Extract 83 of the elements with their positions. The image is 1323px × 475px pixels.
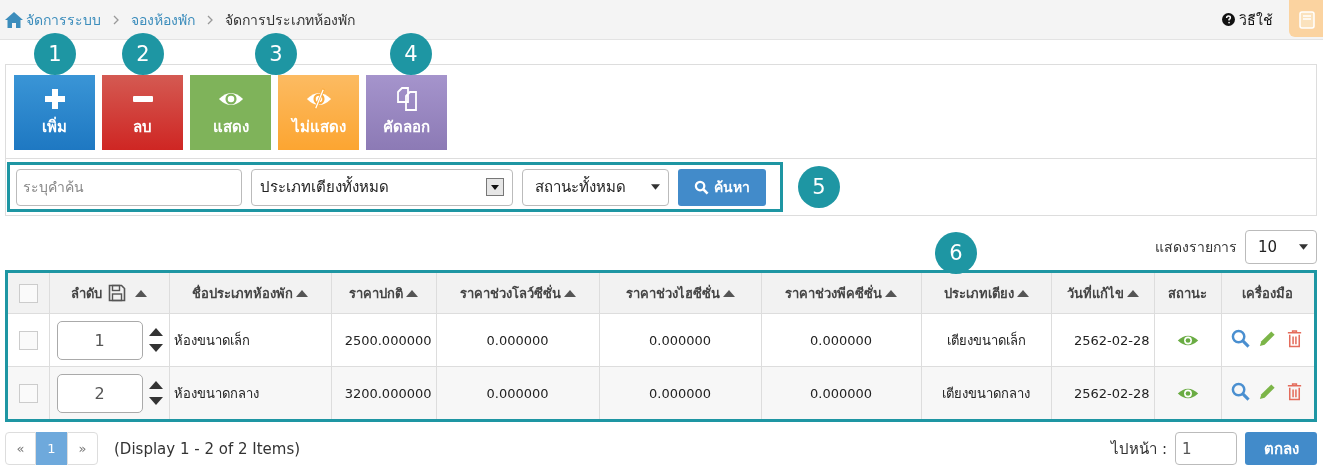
column-label: ราคาช่วงไฮซีซั่น [625, 283, 720, 303]
column-header[interactable]: ราคาช่วงไฮซีซั่น [599, 273, 761, 314]
table-cell: เตียงขนาดกลาง [942, 385, 1030, 401]
row-checkbox[interactable] [18, 383, 38, 403]
down-arrow-icon[interactable] [148, 397, 163, 405]
sort-icon[interactable] [563, 289, 576, 297]
help-link[interactable]: วิธีใช้ [1222, 8, 1273, 31]
select-all-checkbox[interactable] [18, 283, 38, 303]
table-cell: 2500.000000 [344, 332, 432, 348]
pagination-summary: (Display 1 - 2 of 2 Items) [114, 439, 301, 458]
search-icon[interactable] [694, 179, 709, 195]
search-icon[interactable] [1231, 382, 1251, 401]
sort-icon[interactable] [406, 289, 418, 297]
table-cell: 0.000000 [649, 385, 711, 401]
table-cell: 2562-02-28 [1073, 385, 1150, 401]
dropdown-icon[interactable] [486, 178, 504, 196]
caret-icon[interactable] [1299, 244, 1308, 250]
column-label: ชื่อประเภทห้องพัก [192, 283, 293, 303]
sort-icon[interactable] [1126, 289, 1139, 297]
home-icon[interactable] [4, 10, 24, 29]
sort-icon[interactable] [135, 289, 147, 297]
go-to-page-label: ไปหน้า : [1111, 438, 1167, 460]
go-button[interactable]: ตกลง [1245, 432, 1317, 465]
order-field[interactable]: 2 [56, 373, 143, 413]
down-arrow-icon[interactable] [148, 344, 163, 352]
column-label: ราคาปกติ [349, 284, 403, 303]
bed-type-select[interactable]: ประเภทเตียงทั้งหมด [251, 168, 513, 206]
step-number-badge: 6 [935, 232, 977, 274]
column-label: ราคาช่วงโลว์ซีซั่น [459, 283, 561, 303]
column-header[interactable]: ชื่อประเภทห้องพัก [169, 273, 331, 314]
search-icon[interactable] [1231, 329, 1251, 348]
step-number-badge: 1 [34, 33, 76, 75]
table-cell: 0.000000 [649, 332, 711, 348]
step-number-badge: 3 [255, 33, 297, 75]
column-label: ราคาช่วงพีคซีซั่น [785, 283, 882, 303]
toolbar-button[interactable]: เพิ่ม [14, 75, 95, 150]
step-number-badge: 2 [122, 33, 164, 75]
step-number-badge: 5 [798, 166, 840, 208]
column-header[interactable]: ราคาช่วงโลว์ซีซั่น [436, 273, 599, 314]
column-header[interactable]: ราคาปกติ [331, 273, 436, 314]
column-header[interactable]: ประเภทเตียง [921, 273, 1051, 314]
help-icon[interactable] [1222, 13, 1235, 26]
column-label: ลำดับ [71, 284, 102, 303]
column-header[interactable]: ลำดับ [49, 273, 169, 314]
search-button[interactable]: ค้นหา [678, 168, 766, 206]
order-field[interactable]: 1 [56, 320, 143, 360]
status-select[interactable]: สถานะทั้งหมด [522, 168, 669, 206]
column-label: ประเภทเตียง [943, 284, 1014, 303]
page-size-label: แสดงรายการ [1155, 238, 1237, 257]
up-arrow-icon[interactable] [148, 381, 163, 389]
eye-icon[interactable] [1176, 333, 1199, 348]
sort-icon[interactable] [296, 289, 308, 297]
step-number-badge: 4 [390, 33, 432, 75]
search-field[interactable]: ระบุคำค้น [16, 168, 242, 206]
table-cell: ห้องขนาดกลาง [173, 385, 259, 401]
table-cell: 0.000000 [486, 385, 549, 401]
column-label: วันที่แก้ไข [1066, 283, 1124, 303]
next-page-button[interactable]: » [67, 432, 98, 465]
column-header[interactable]: ราคาช่วงพีคซีซั่น [761, 273, 921, 314]
caret-icon[interactable] [651, 184, 660, 190]
table-cell: 3200.000000 [344, 385, 432, 401]
table-cell: 2562-02-28 [1073, 332, 1150, 348]
row-checkbox[interactable] [18, 330, 38, 350]
column-label: สถานะ [1168, 284, 1207, 303]
table-cell: 0.000000 [810, 332, 872, 348]
save-icon[interactable] [108, 284, 126, 302]
table-cell: ห้องขนาดเล็ก [173, 332, 250, 348]
sort-icon[interactable] [722, 289, 735, 297]
sort-icon[interactable] [885, 289, 897, 297]
column-header[interactable]: วันที่แก้ไข [1051, 273, 1154, 314]
up-arrow-icon[interactable] [148, 328, 163, 336]
eye-icon[interactable] [1176, 386, 1199, 401]
page-size-select[interactable]: 10 [1245, 230, 1317, 264]
chevron-icon [113, 14, 119, 25]
page-number-field[interactable]: 1 [1175, 432, 1237, 465]
chevron-icon [207, 14, 213, 25]
table-cell: เตียงขนาดเล็ก [946, 332, 1026, 348]
table-cell: 0.000000 [486, 332, 549, 348]
toolbar-button[interactable]: ลบ [102, 75, 183, 150]
column-label: เครื่องมือ [1242, 283, 1294, 303]
sort-icon[interactable] [1016, 289, 1029, 297]
breadcrumb-current: จัดการประเภทห้องพัก [225, 10, 355, 30]
table-cell: 0.000000 [810, 385, 872, 401]
